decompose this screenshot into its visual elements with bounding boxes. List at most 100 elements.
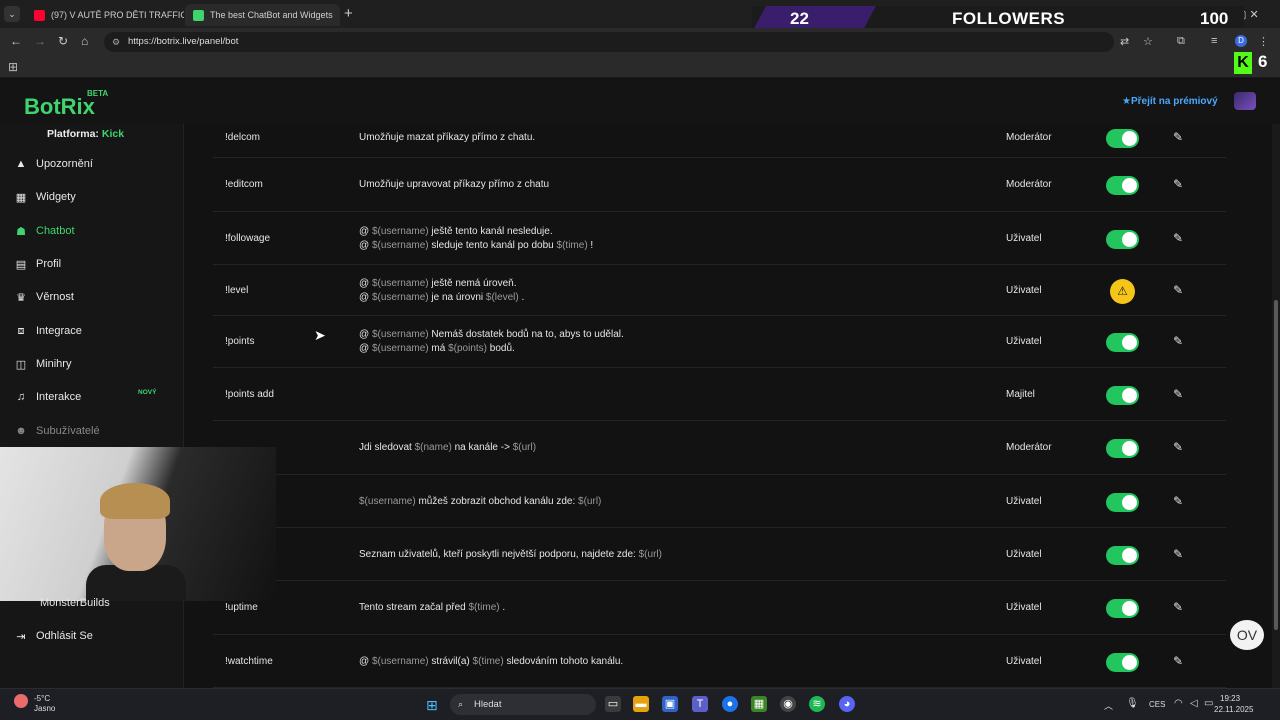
edit-icon[interactable]: ✎ — [1173, 494, 1183, 508]
reload-icon[interactable]: ↻ — [58, 34, 68, 48]
table-row: Jdi sledovat $(name) na kanále -> $(url)… — [213, 421, 1226, 475]
botrix-logo[interactable]: BotRix — [24, 94, 95, 120]
teams-icon[interactable]: T — [692, 696, 708, 712]
command-name: !uptime — [225, 602, 258, 613]
grid-icon: ▦ — [15, 191, 27, 204]
back-icon[interactable]: ← — [10, 34, 22, 48]
search-icon: ⌕ — [458, 699, 464, 709]
tray-overflow-icon[interactable]: ︿ — [1104, 699, 1113, 712]
integration-icon: ⧈ — [17, 324, 25, 337]
edit-icon[interactable]: ✎ — [1173, 231, 1183, 245]
apps-grid-icon[interactable]: ⊞ — [8, 60, 18, 74]
sidebar-item-interakce[interactable]: ♫ Interakce — [14, 387, 81, 407]
response-variable: $(username) — [371, 329, 429, 340]
webcam-caption: MonsterBuilds — [40, 597, 110, 609]
edit-icon[interactable]: ✎ — [1173, 283, 1183, 297]
edit-icon[interactable]: ✎ — [1173, 547, 1183, 561]
scroll-thumb[interactable] — [1274, 300, 1278, 630]
response-text: . — [499, 602, 506, 613]
premium-link[interactable]: ★Přejít na prémiový — [1122, 96, 1218, 107]
page-scrollbar[interactable] — [1272, 124, 1280, 688]
file-explorer-icon[interactable]: ▬ — [633, 696, 649, 712]
response-variable: $(username) — [371, 343, 429, 354]
command-permission: Uživatel — [1006, 495, 1042, 507]
new-tab-button[interactable]: + — [344, 5, 353, 22]
tab-search-button[interactable]: ⌄ — [4, 6, 20, 22]
edit-icon[interactable]: ✎ — [1173, 334, 1183, 348]
battery-icon[interactable]: ▭ — [1204, 698, 1213, 709]
response-line: @ $(username) strávil(a) $(time) sledová… — [359, 655, 623, 669]
edit-icon[interactable]: ✎ — [1173, 387, 1183, 401]
obs-icon[interactable]: ◉ — [780, 696, 796, 712]
forward-icon[interactable]: → — [34, 34, 46, 48]
weather-icon[interactable] — [14, 694, 28, 708]
menu-icon[interactable]: ⋮ — [1258, 35, 1269, 48]
edit-icon[interactable]: ✎ — [1173, 177, 1183, 191]
taskbar-search-input[interactable]: Hledat — [450, 694, 596, 715]
command-enabled-toggle[interactable] — [1106, 652, 1139, 672]
logout-button[interactable]: ⇥ Odhlásit Se — [14, 626, 92, 646]
sidebar-item-minihry[interactable]: ◫ Minihry — [14, 354, 72, 374]
sidebar-item-chatbot[interactable]: ☗ Chatbot — [14, 221, 74, 241]
chrome-icon[interactable]: ● — [722, 696, 738, 712]
translate-icon[interactable]: ⇄ — [1120, 35, 1129, 48]
command-enabled-toggle[interactable] — [1106, 333, 1139, 352]
response-text: Seznam uživatelů, kteří poskytli největš… — [359, 548, 639, 560]
response-variable: $(time) — [472, 655, 504, 667]
spotify-icon[interactable]: ≋ — [809, 696, 825, 712]
store-icon[interactable]: ▣ — [662, 696, 678, 712]
site-info-icon[interactable]: ⚙ — [112, 37, 120, 48]
edit-icon[interactable]: ✎ — [1173, 440, 1183, 454]
response-text: ještě nemá úroveň. — [428, 277, 517, 289]
bookmark-star-icon[interactable]: ☆ — [1143, 35, 1153, 48]
sidebar-item-integrace[interactable]: ⧈ Integrace — [14, 321, 82, 341]
language-indicator[interactable]: CES — [1149, 700, 1165, 709]
windows-start-icon[interactable]: ⊞ — [426, 697, 438, 714]
sidebar-item-label: Integrace — [36, 325, 82, 337]
edit-icon[interactable]: ✎ — [1173, 600, 1183, 614]
discord-icon[interactable]: ◕ — [839, 696, 855, 712]
volume-icon[interactable]: ◁ — [1190, 698, 1198, 709]
command-enabled-toggle[interactable] — [1106, 385, 1139, 405]
minecraft-icon[interactable]: ▦ — [751, 696, 767, 712]
sidebar-item-subužívatelé[interactable]: ☻ Subužívatelé — [14, 421, 99, 441]
edit-icon[interactable]: ✎ — [1173, 654, 1183, 668]
warning-icon: ▲ — [15, 158, 27, 170]
edit-icon[interactable]: ✎ — [1173, 130, 1183, 144]
response-variable: $(time) — [556, 239, 588, 251]
command-response: @ $(username) ještě tento kanál nesleduj… — [359, 225, 593, 253]
tab-youtube[interactable]: (97) V AUTĚ PRO DĚTI TRAFFIC ✕ — [26, 4, 184, 26]
wifi-icon[interactable]: ◠ — [1174, 698, 1183, 709]
table-row: $(username) můžeš zobrazit obchod kanálu… — [213, 475, 1226, 528]
command-enabled-toggle[interactable] — [1106, 545, 1139, 565]
command-enabled-toggle[interactable] — [1106, 176, 1139, 195]
response-text: sleduje tento kanál po dobu — [428, 239, 557, 251]
sidebar-item-věrnost[interactable]: ♛ Věrnost — [14, 287, 74, 307]
home-icon[interactable]: ⌂ — [81, 34, 88, 48]
media-icon[interactable]: ≡ — [1211, 35, 1217, 47]
command-enabled-toggle[interactable] — [1106, 129, 1139, 148]
tab-botrix[interactable]: The best ChatBot and Widgets ✕ — [185, 4, 340, 26]
warning-icon[interactable]: ⚠ — [1110, 278, 1135, 304]
user-avatar[interactable] — [1234, 92, 1256, 110]
sidebar-item-upozornění[interactable]: ▲ Upozornění — [14, 154, 93, 174]
sidebar-item-widgety[interactable]: ▦ Widgety — [14, 187, 76, 207]
command-enabled-toggle[interactable] — [1106, 229, 1139, 249]
streamer-hair — [100, 483, 170, 519]
command-enabled-toggle[interactable] — [1106, 439, 1139, 458]
command-enabled-toggle[interactable] — [1106, 599, 1139, 618]
url-input[interactable]: https://botrix.live/panel/bot — [104, 32, 1114, 52]
sidebar-item-profil[interactable]: ▤ Profil — [14, 254, 61, 274]
clock-time[interactable]: 19:23 — [1220, 694, 1240, 703]
clock-date[interactable]: 22.11.2025 — [1214, 705, 1253, 714]
command-name: !watchtime — [225, 655, 273, 667]
trophy-icon: ♛ — [16, 291, 26, 304]
extensions-icon[interactable]: ⧉ — [1177, 35, 1185, 48]
microphone-icon[interactable]: 🎙 — [1126, 698, 1139, 709]
close-tab-icon[interactable]: ✕ — [339, 9, 340, 22]
profile-avatar[interactable]: D — [1235, 35, 1247, 47]
task-view-icon[interactable]: ▭ — [605, 696, 621, 712]
command-enabled-toggle[interactable] — [1106, 492, 1139, 512]
commands-table: !delcom Umožňuje mazat příkazy přímo z ch… — [184, 124, 1270, 688]
response-text: @ — [359, 277, 372, 289]
